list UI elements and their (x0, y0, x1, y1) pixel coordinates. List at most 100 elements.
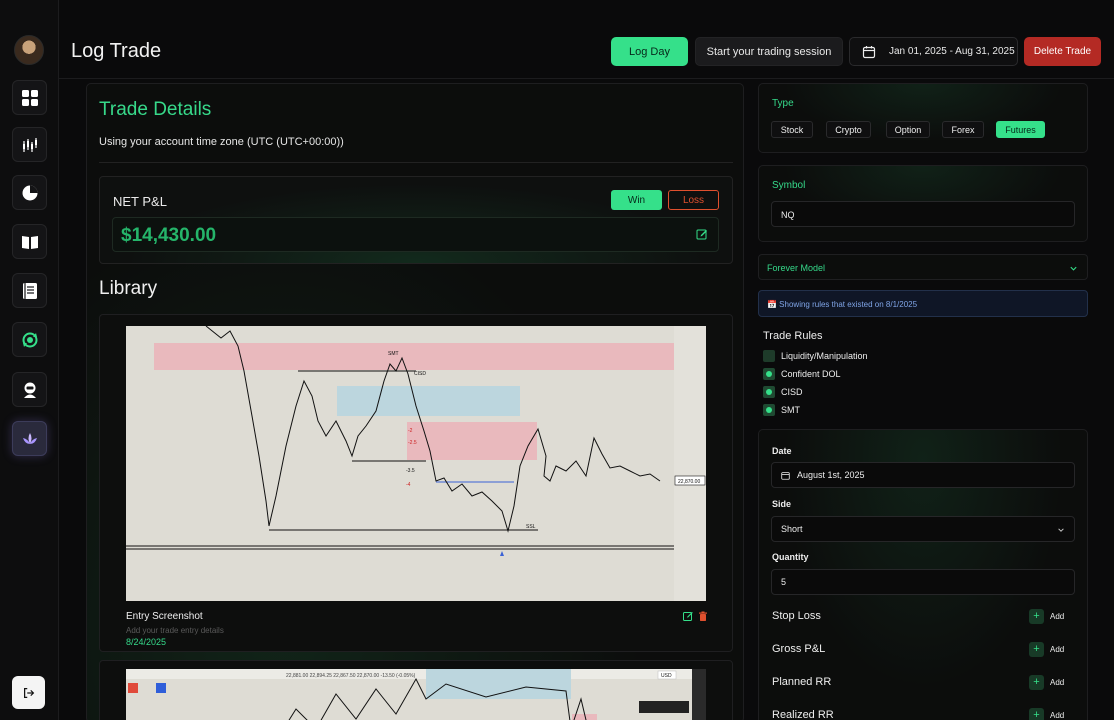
type-option-option[interactable]: Option (886, 121, 930, 138)
type-option-futures[interactable]: Futures (996, 121, 1045, 138)
rule-checkbox[interactable] (763, 385, 775, 398)
type-label: Type (772, 98, 794, 109)
symbol-input[interactable]: NQ (771, 201, 1075, 227)
type-option-stock[interactable]: Stock (771, 121, 813, 138)
type-card: Type Stock Crypto Option Forex Futures (758, 83, 1088, 153)
page-title: Log Trade (71, 40, 162, 62)
model-select-value: Forever Model (767, 263, 826, 273)
plus-icon: + (1029, 674, 1044, 690)
library-item: 22,881.00 22,894.25 22,867.50 22,870.00 … (99, 660, 733, 720)
sidebar (0, 0, 59, 720)
add-label: Add (1050, 611, 1065, 621)
trade-info-card: Date August 1st, 2025 Side Short Quantit… (758, 429, 1088, 720)
avatar[interactable] (14, 35, 44, 65)
rule-label: CISD (781, 386, 803, 397)
screenshot-image[interactable]: 22,881.00 22,894.25 22,867.50 22,870.00 … (126, 669, 706, 720)
type-option-crypto[interactable]: Crypto (826, 121, 871, 138)
add-realized-rr-button[interactable]: + Add (1029, 707, 1064, 720)
trash-icon[interactable] (698, 611, 708, 621)
date-picker[interactable]: August 1st, 2025 (771, 462, 1075, 488)
timezone-note: Using your account time zone (UTC (UTC+0… (99, 136, 344, 148)
chevron-down-icon (1058, 528, 1064, 532)
model-select[interactable]: Forever Model (758, 254, 1088, 280)
plus-icon: + (1029, 707, 1044, 720)
edit-icon[interactable] (683, 611, 693, 621)
screenshot-description-placeholder[interactable]: Add your trade entry details (126, 626, 224, 635)
calendar-icon (781, 471, 790, 480)
rule-item[interactable]: Confident DOL (763, 367, 841, 380)
toolbar-ohlc-text: 22,881.00 22,894.25 22,867.50 22,870.00 … (286, 673, 416, 679)
rule-label: SMT (781, 404, 800, 415)
header: Log Trade Log Day Start your trading ses… (59, 0, 1114, 79)
sync-cycle-icon[interactable] (12, 322, 47, 357)
side-select[interactable]: Short (771, 516, 1075, 542)
app-root: Log Trade Log Day Start your trading ses… (0, 0, 1114, 720)
date-label: Date (772, 446, 792, 456)
add-stop-loss-button[interactable]: + Add (1029, 608, 1064, 624)
library-title: Library (99, 278, 158, 299)
log-day-button[interactable]: Log Day (611, 37, 688, 66)
net-pnl-label: NET P&L (113, 194, 167, 209)
ssl-label: SSL (526, 524, 536, 530)
logout-button[interactable] (12, 676, 45, 709)
screenshot-caption: Entry Screenshot (126, 611, 203, 622)
quantity-input[interactable]: 5 (771, 569, 1075, 595)
realized-rr-label: Realized RR (772, 709, 834, 720)
add-gross-pnl-button[interactable]: + Add (1029, 641, 1064, 657)
level-label: -2 (408, 428, 413, 434)
gross-pnl-label: Gross P&L (772, 643, 826, 655)
library-item: 22,870.00 SMT CISD SSL -3.5 -4 -2 -2.5 E… (99, 314, 733, 652)
book-icon[interactable] (12, 224, 47, 259)
candlestick-chart-icon[interactable] (12, 127, 47, 162)
net-pnl-value: $14,430.00 (121, 225, 217, 246)
net-pnl-field[interactable]: $14,430.00 (112, 217, 719, 252)
rule-item[interactable]: CISD (763, 385, 803, 398)
symbol-label: Symbol (772, 180, 806, 191)
smt-label: SMT (388, 351, 399, 357)
add-planned-rr-button[interactable]: + Add (1029, 674, 1064, 690)
net-pnl-card: NET P&L Win Loss $14,430.00 (99, 176, 733, 264)
rule-label: Liquidity/Manipulation (781, 350, 868, 361)
rules-notice: 📅 Showing rules that existed on 8/1/2025 (758, 290, 1088, 317)
win-button[interactable]: Win (611, 190, 662, 210)
divider (99, 162, 733, 163)
date-range-text: Jan 01, 2025 - Aug 31, 2025 (889, 46, 1015, 57)
symbol-card: Symbol NQ (758, 165, 1088, 242)
chevron-down-icon (1070, 266, 1077, 271)
type-option-forex[interactable]: Forex (942, 121, 984, 138)
add-label: Add (1050, 710, 1065, 720)
side-value: Short (781, 524, 803, 534)
currency-label: USD (661, 673, 672, 679)
lotus-icon[interactable] (12, 421, 47, 456)
screenshot-date: 8/24/2025 (126, 637, 167, 647)
notebook-icon[interactable] (12, 273, 47, 308)
planned-rr-label: Planned RR (772, 676, 832, 688)
level-label: -4 (406, 482, 411, 488)
rule-item[interactable]: SMT (763, 403, 800, 416)
robot-icon[interactable] (12, 372, 47, 407)
level-label: -3.5 (406, 468, 415, 474)
trade-rules-title: Trade Rules (763, 330, 823, 342)
plus-icon: + (1029, 641, 1044, 657)
loss-button[interactable]: Loss (668, 190, 719, 210)
level-label: -2.5 (408, 440, 417, 446)
price-tag-label: 22,870.00 (678, 479, 700, 485)
logout-icon (23, 687, 34, 698)
pie-chart-icon[interactable] (12, 175, 47, 210)
quantity-value: 5 (781, 577, 787, 587)
dashboard-grid-icon[interactable] (12, 80, 47, 115)
entry-screenshot-image[interactable]: 22,870.00 SMT CISD SSL -3.5 -4 -2 -2.5 (126, 326, 706, 601)
rule-checkbox[interactable] (763, 349, 775, 362)
plus-icon: + (1029, 608, 1044, 624)
rule-checkbox[interactable] (763, 367, 775, 380)
side-label: Side (772, 499, 792, 509)
rule-item[interactable]: Liquidity/Manipulation (763, 349, 868, 362)
delete-trade-button[interactable]: Delete Trade (1024, 37, 1101, 66)
add-label: Add (1050, 677, 1065, 687)
date-range-picker[interactable]: Jan 01, 2025 - Aug 31, 2025 (849, 37, 1018, 66)
start-session-button[interactable]: Start your trading session (695, 37, 843, 66)
rule-checkbox[interactable] (763, 403, 775, 416)
edit-icon[interactable] (696, 228, 708, 240)
quantity-label: Quantity (772, 552, 809, 562)
trade-details-title: Trade Details (99, 99, 212, 120)
